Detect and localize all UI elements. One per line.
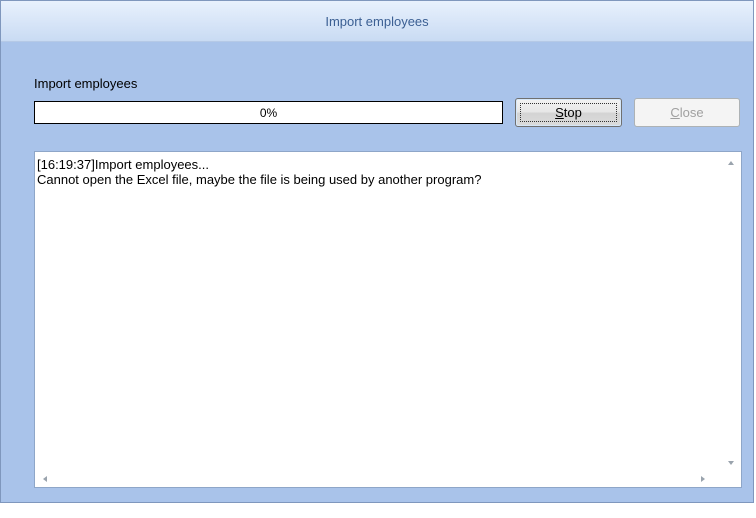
chevron-right-icon[interactable] (701, 476, 705, 482)
horizontal-scrollbar[interactable] (35, 470, 741, 487)
focus-rectangle (520, 103, 617, 122)
stop-button[interactable]: Stop (515, 98, 622, 127)
progress-text: 0% (259, 105, 278, 120)
log-line: [16:19:37]Import employees... (37, 157, 209, 172)
vertical-scrollbar[interactable] (720, 152, 741, 470)
log-text: [16:19:37]Import employees... Cannot open… (37, 157, 719, 187)
log-line: Cannot open the Excel file, maybe the fi… (37, 172, 482, 187)
chevron-up-icon[interactable] (728, 161, 734, 165)
task-label: Import employees (34, 76, 138, 91)
close-button-label: Close (670, 105, 704, 120)
close-button[interactable]: Close (634, 98, 740, 127)
chevron-left-icon[interactable] (43, 476, 47, 482)
chevron-down-icon[interactable] (728, 461, 734, 465)
log-textarea[interactable]: [16:19:37]Import employees... Cannot open… (34, 151, 742, 488)
import-dialog: Import employees Import employees 0% Sto… (0, 0, 754, 503)
window-title: Import employees (325, 13, 429, 29)
progress-bar: 0% (34, 101, 503, 124)
title-bar: Import employees (1, 1, 753, 42)
